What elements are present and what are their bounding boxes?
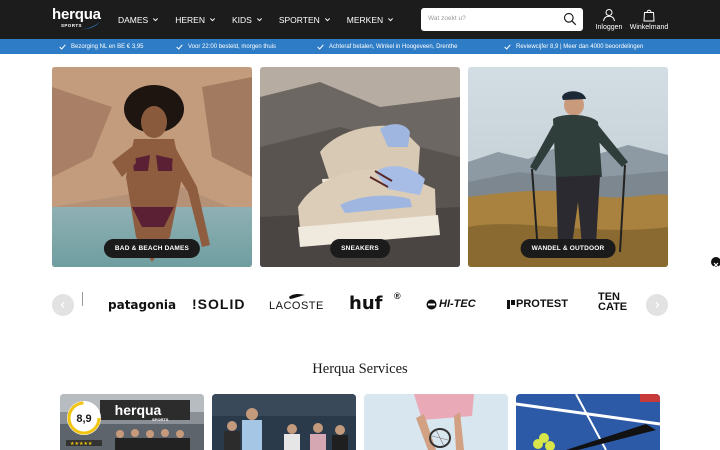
category-label: SNEAKERS (330, 239, 390, 258)
usp-text: Bezorging NL en BE € 3,95 (71, 43, 144, 50)
cart-label: Winkelmand (629, 24, 669, 31)
chevron-down-icon (324, 18, 330, 22)
carousel-next-button[interactable] (646, 294, 668, 316)
category-tile-sneakers[interactable]: SNEAKERS (260, 67, 460, 267)
chevron-down-icon (256, 18, 262, 22)
usp-item: Voor 22:00 besteld, morgen thuis (176, 39, 276, 54)
chevron-down-icon (209, 18, 216, 22)
usp-item: Reviewcijfer 8,9 | Meer dan 4000 beoorde… (504, 39, 643, 54)
protest-logo-icon (507, 300, 515, 309)
chevron-left-icon (60, 302, 65, 308)
brand-hitec[interactable]: HI-TEC (439, 298, 476, 310)
check-icon (504, 43, 511, 50)
search-icon[interactable] (563, 12, 577, 26)
carousel-prev-button[interactable] (52, 294, 74, 316)
beach-photo (52, 67, 252, 267)
brand-carousel: patagonia !SOLID LACOSTE huf ® HI-TEC PR… (52, 290, 668, 320)
store-sign: herqua (115, 402, 162, 418)
nav-item-label: HEREN (175, 14, 205, 25)
nav-item-merken[interactable]: MERKEN (347, 15, 394, 25)
team-photo (212, 394, 356, 450)
brand-protest[interactable]: PROTEST (516, 298, 568, 310)
lacoste-crocodile-icon (289, 293, 305, 299)
service-card-tennis[interactable] (364, 394, 508, 450)
padel-photo (516, 394, 660, 450)
chevron-right-icon (655, 302, 660, 308)
brand-fragment (82, 292, 83, 306)
search-bar[interactable]: Wat zoekt u? (421, 8, 583, 31)
cart-button[interactable]: Winkelmand (627, 8, 671, 31)
tennis-photo (364, 394, 508, 450)
login-button[interactable]: Inloggen (594, 8, 624, 31)
service-card-padel[interactable] (516, 394, 660, 450)
store-photo: herqua SPORTS 8,9 ★★★★★ (60, 394, 204, 450)
herqua-logo[interactable]: herqua SPORTS (52, 7, 104, 31)
brand-solid[interactable]: !SOLID (192, 296, 245, 312)
chevron-down-icon (388, 18, 394, 22)
services-title: Herqua Services (312, 361, 408, 377)
sneakers-photo (260, 67, 460, 267)
close-icon[interactable] (711, 257, 720, 268)
nav-item-label: DAMES (118, 14, 149, 25)
usp-text: Reviewcijfer 8,9 | Meer dan 4000 beoorde… (516, 43, 644, 50)
site-header: herqua SPORTS DAMES HEREN KIDS SPORTEN M… (0, 0, 720, 39)
category-tile-wandel-outdoor[interactable]: WANDEL & OUTDOOR (468, 67, 668, 267)
usp-bar: Bezorging NL en BE € 3,95 Voor 22:00 bes… (0, 39, 720, 54)
service-card-store[interactable]: herqua SPORTS 8,9 ★★★★★ (60, 394, 204, 450)
nav-item-label: MERKEN (346, 14, 384, 25)
outdoor-photo (468, 67, 668, 267)
nav-item-dames[interactable]: DAMES (118, 15, 159, 25)
nav-item-label: SPORTEN (278, 14, 320, 25)
category-label: WANDEL & OUTDOOR (520, 239, 616, 258)
usp-text: Voor 22:00 besteld, morgen thuis (188, 43, 277, 50)
category-tile-bad-beach[interactable]: BAD & BEACH DAMES (52, 67, 252, 267)
check-icon (317, 43, 324, 50)
check-icon (59, 43, 66, 50)
usp-item: Bezorging NL en BE € 3,95 (59, 39, 144, 54)
usp-text: Achteraf betalen, Winkel in Hoogeveen, D… (329, 43, 458, 50)
usp-item: Achteraf betalen, Winkel in Hoogeveen, D… (317, 39, 457, 54)
nav-item-heren[interactable]: HEREN (175, 15, 216, 25)
huf-registered-mark: ® (394, 291, 401, 301)
check-icon (176, 43, 183, 50)
brand-huf[interactable]: huf (349, 293, 382, 314)
brand-lacoste[interactable]: LACOSTE (269, 300, 324, 312)
store-sign-sub: SPORTS (152, 417, 169, 422)
search-input[interactable]: Wat zoekt u? (428, 15, 466, 22)
logo-swoosh-icon (80, 22, 100, 30)
nav-item-kids[interactable]: KIDS (232, 15, 263, 25)
nav-item-label: KIDS (232, 14, 252, 25)
rating-stars: ★★★★★ (70, 441, 93, 447)
main-nav: DAMES HEREN KIDS SPORTEN MERKEN (118, 0, 410, 39)
category-label: BAD & BEACH DAMES (103, 239, 201, 258)
shopping-bag-icon (643, 9, 655, 22)
hitec-logo-icon (426, 299, 437, 310)
service-card-team[interactable] (212, 394, 356, 450)
nav-item-sporten[interactable]: SPORTEN (279, 15, 331, 25)
login-label: Inloggen (595, 24, 623, 31)
brand-patagonia[interactable]: patagonia (108, 298, 176, 312)
review-score: 8,9 (76, 413, 91, 425)
chevron-down-icon (153, 18, 159, 22)
brand-tencate[interactable]: TEN CATE (598, 292, 634, 313)
user-icon (603, 9, 615, 22)
